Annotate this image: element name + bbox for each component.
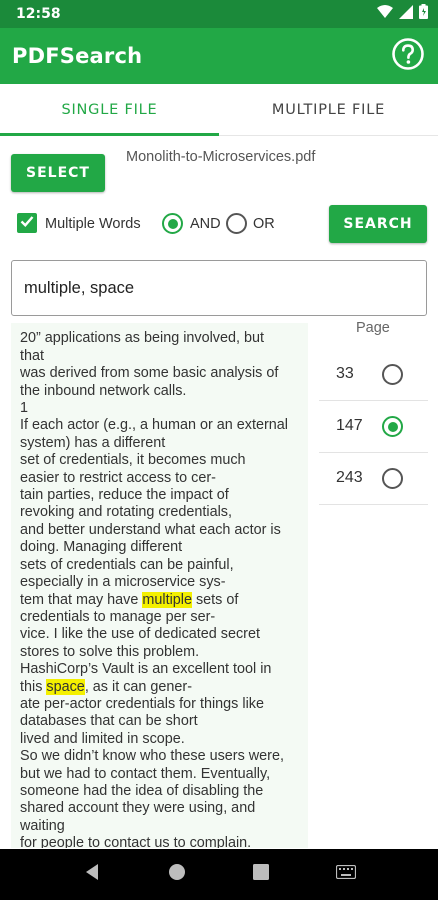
keyboard-icon bbox=[335, 864, 356, 884]
nav-back-icon bbox=[84, 863, 100, 886]
page-radio[interactable] bbox=[382, 364, 403, 385]
app-title: PDFSearch bbox=[12, 44, 143, 68]
multiple-words-label: Multiple Words bbox=[45, 216, 141, 232]
text-after-highlight: , as it can gener- ate per-actor credent… bbox=[20, 678, 284, 848]
nav-recents-icon bbox=[253, 864, 270, 885]
pdf-text-view[interactable]: - 20” applications as being involved, bu… bbox=[11, 323, 308, 848]
page-result-row[interactable]: 147 bbox=[319, 401, 428, 453]
text-top-fragment: - bbox=[20, 323, 25, 329]
keyboard-switch-button[interactable] bbox=[326, 855, 366, 895]
app-bar: PDFSearch bbox=[0, 28, 438, 84]
page-radio[interactable] bbox=[382, 468, 403, 489]
pdf-text-content: - 20” applications as being involved, bu… bbox=[20, 323, 305, 848]
help-button[interactable] bbox=[388, 36, 428, 76]
page-column-header: Page bbox=[356, 320, 390, 336]
search-input[interactable]: multiple, space bbox=[11, 260, 427, 316]
system-nav-bar bbox=[0, 849, 438, 900]
status-icons bbox=[377, 4, 428, 24]
tab-single-file[interactable]: SINGLE FILE bbox=[0, 84, 219, 136]
highlight-space: space bbox=[46, 678, 85, 695]
and-radio[interactable] bbox=[162, 213, 183, 234]
page-result-row[interactable]: 243 bbox=[319, 453, 428, 505]
nav-recents-button[interactable] bbox=[241, 855, 281, 895]
and-label: AND bbox=[190, 216, 221, 232]
multiple-words-checkbox[interactable] bbox=[17, 213, 37, 233]
tab-bar: SINGLE FILE MULTIPLE FILE bbox=[0, 84, 438, 136]
page-number: 33 bbox=[336, 365, 354, 382]
search-button[interactable]: SEARCH bbox=[329, 205, 427, 243]
app-root: 12:58 PDFSearch SINGLE FILE MULTIPLE FIL… bbox=[0, 0, 438, 900]
wifi-icon bbox=[377, 4, 393, 24]
tab-multiple-file[interactable]: MULTIPLE FILE bbox=[219, 84, 438, 135]
page-result-row[interactable]: 33 bbox=[319, 349, 428, 401]
status-time: 12:58 bbox=[16, 6, 61, 22]
nav-home-button[interactable] bbox=[157, 855, 197, 895]
battery-icon bbox=[419, 4, 428, 24]
nav-home-icon bbox=[168, 863, 186, 886]
highlight-multiple: multiple bbox=[142, 591, 192, 608]
page-number: 243 bbox=[336, 469, 363, 486]
check-icon bbox=[19, 213, 35, 234]
file-name: Monolith-to-Microservices.pdf bbox=[126, 149, 316, 165]
or-radio[interactable] bbox=[226, 213, 247, 234]
help-icon bbox=[391, 37, 425, 76]
status-bar: 12:58 bbox=[0, 0, 438, 28]
select-button[interactable]: SELECT bbox=[11, 154, 105, 192]
page-radio[interactable] bbox=[382, 416, 403, 437]
or-label: OR bbox=[253, 216, 275, 232]
text-before-highlight: 20” applications as being involved, but … bbox=[20, 330, 288, 608]
nav-back-button[interactable] bbox=[72, 855, 112, 895]
signal-icon bbox=[399, 4, 413, 24]
page-number: 147 bbox=[336, 417, 363, 434]
